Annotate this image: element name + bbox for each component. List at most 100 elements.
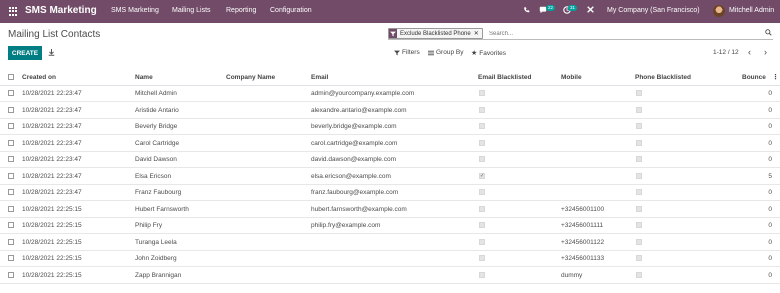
cell-bounce: 0 — [768, 189, 772, 196]
row-checkbox[interactable] — [8, 106, 14, 113]
row-checkbox[interactable] — [8, 90, 14, 96]
cell-email: alexandre.antario@example.com — [311, 106, 407, 114]
email-blacklisted-checkbox — [479, 238, 485, 245]
cell-bounce: 0 — [768, 90, 772, 97]
row-checkbox[interactable] — [8, 271, 14, 278]
row-checkbox[interactable] — [8, 139, 14, 146]
row-checkbox[interactable] — [8, 172, 14, 179]
apps-menu-icon[interactable] — [9, 7, 18, 16]
cell-name: Mitchell Admin — [135, 90, 177, 97]
email-blacklisted-checkbox — [479, 271, 485, 278]
page-title: Mailing List Contacts — [8, 29, 101, 40]
download-icon[interactable] — [48, 49, 55, 58]
table-row[interactable]: 10/28/2021 22:25:15 Philip Fry philip.fry@… — [0, 218, 780, 234]
cell-created-on: 10/28/2021 22:23:47 — [22, 139, 82, 147]
email-blacklisted-checkbox — [479, 156, 485, 162]
row-checkbox[interactable] — [8, 255, 14, 261]
table-row[interactable]: 10/28/2021 22:25:15 Turanga Leela +3245600… — [0, 235, 780, 251]
favorites-button[interactable]: ★ Favorites — [471, 49, 506, 58]
row-checkbox[interactable] — [8, 123, 14, 129]
app-brand[interactable]: SMS Marketing — [25, 5, 97, 16]
phone-blacklisted-checkbox — [636, 271, 642, 278]
column-created-on[interactable]: Created on — [22, 74, 56, 81]
cell-name: Turanga Leela — [135, 238, 177, 246]
cell-created-on: 10/28/2021 22:25:15 — [22, 222, 82, 229]
column-email-blacklisted[interactable]: Email Blacklisted — [478, 74, 531, 81]
phone-blacklisted-checkbox — [636, 106, 642, 113]
cell-name: David Dawson — [135, 156, 177, 163]
phone-blacklisted-checkbox — [636, 205, 642, 212]
star-icon: ★ — [471, 50, 478, 57]
phone-icon[interactable] — [523, 6, 530, 16]
menu-mailing-lists[interactable]: Mailing Lists — [172, 7, 211, 14]
row-checkbox[interactable] — [8, 189, 14, 195]
cell-created-on: 10/28/2021 22:23:47 — [22, 123, 82, 130]
pager-next-icon[interactable]: › — [764, 47, 767, 57]
table-row[interactable]: 10/28/2021 22:23:47 Elsa Ericson elsa.eric… — [0, 169, 780, 185]
search-input[interactable] — [489, 28, 749, 39]
column-name[interactable]: Name — [135, 74, 153, 81]
email-blacklisted-checkbox — [479, 90, 485, 96]
company-switcher[interactable]: My Company (San Francisco) — [607, 7, 700, 14]
column-email[interactable]: Email — [311, 74, 328, 81]
pager-value[interactable]: 1-12 / 12 — [713, 49, 739, 56]
search-icon[interactable] — [765, 29, 772, 38]
cell-email: carol.cartridge@example.com — [311, 139, 398, 147]
email-blacklisted-checkbox — [479, 139, 485, 146]
column-bounce[interactable]: Bounce — [742, 74, 766, 81]
table-row[interactable]: 10/28/2021 22:23:47 David Dawson david.daw… — [0, 152, 780, 168]
cell-created-on: 10/28/2021 22:23:47 — [22, 106, 82, 114]
row-checkbox[interactable] — [8, 222, 14, 228]
search-facet: Exclude Blacklisted Phone ✕ — [388, 28, 483, 39]
cell-name: Elsa Ericson — [135, 172, 172, 180]
phone-blacklisted-checkbox — [636, 156, 642, 162]
cell-mobile: +32456001100 — [561, 205, 605, 213]
cell-bounce: 0 — [768, 123, 772, 130]
filter-funnel-icon — [389, 29, 397, 38]
group-by-label: Group By — [436, 49, 464, 56]
table-row[interactable]: 10/28/2021 22:25:15 John Zoidberg +3245600… — [0, 251, 780, 267]
pager-previous-icon[interactable]: ‹ — [748, 47, 751, 57]
user-avatar[interactable] — [713, 5, 725, 17]
column-phone-blacklisted[interactable]: Phone Blacklisted — [635, 74, 691, 81]
menu-reporting[interactable]: Reporting — [226, 7, 256, 14]
select-all-checkbox[interactable] — [8, 74, 14, 80]
user-menu[interactable]: Mitchell Admin — [729, 7, 774, 14]
menu-configuration[interactable]: Configuration — [270, 7, 312, 14]
cell-bounce: 0 — [768, 255, 772, 262]
menu-sms-marketing[interactable]: SMS Marketing — [111, 7, 159, 14]
column-company-name[interactable]: Company Name — [226, 74, 275, 81]
table-row[interactable]: 10/28/2021 22:23:47 Aristide Antario alexa… — [0, 103, 780, 119]
cell-created-on: 10/28/2021 22:23:47 — [22, 172, 82, 180]
phone-blacklisted-checkbox — [636, 222, 642, 228]
cell-email: admin@yourcompany.example.com — [311, 90, 415, 97]
table-row[interactable]: 10/28/2021 22:23:47 Franz Faubourg franz.f… — [0, 185, 780, 201]
filter-icon — [394, 50, 400, 55]
phone-blacklisted-checkbox — [636, 139, 642, 146]
cell-email: elsa.ericson@example.com — [311, 172, 391, 180]
table-row[interactable]: 10/28/2021 22:25:15 Hubert Farnsworth hube… — [0, 202, 780, 218]
row-checkbox[interactable] — [8, 156, 14, 162]
cell-bounce: 0 — [768, 156, 772, 163]
activities-badge: 31 — [568, 5, 578, 11]
cell-bounce: 0 — [768, 205, 772, 213]
table-row[interactable]: 10/28/2021 22:23:47 Beverly Bridge beverly… — [0, 119, 780, 135]
column-mobile[interactable]: Mobile — [561, 74, 582, 81]
row-checkbox[interactable] — [8, 205, 14, 212]
email-blacklisted-checkbox: ✓ — [479, 172, 485, 179]
cell-email: hubert.farnsworth@example.com — [311, 205, 407, 213]
facet-remove-icon[interactable]: ✕ — [474, 30, 482, 37]
row-checkbox[interactable] — [8, 238, 14, 245]
filters-button[interactable]: Filters — [394, 49, 420, 56]
cell-bounce: 0 — [768, 222, 772, 229]
facet-label: Exclude Blacklisted Phone — [400, 30, 471, 37]
table-row[interactable]: 10/28/2021 22:23:47 Carol Cartridge carol.… — [0, 136, 780, 152]
optional-columns-icon[interactable]: ⋮ — [772, 73, 779, 81]
table-row[interactable]: 10/28/2021 22:25:15 Zapp Brannigan dummy 0 — [0, 268, 780, 284]
cell-email: philip.fry@example.com — [311, 222, 381, 229]
create-button[interactable]: CREATE — [8, 46, 42, 60]
cell-email: david.dawson@example.com — [311, 156, 397, 163]
debug-close-icon[interactable] — [587, 6, 594, 15]
table-row[interactable]: 10/28/2021 22:23:47 Mitchell Admin admin@y… — [0, 86, 780, 102]
group-by-button[interactable]: Group By — [428, 49, 463, 56]
